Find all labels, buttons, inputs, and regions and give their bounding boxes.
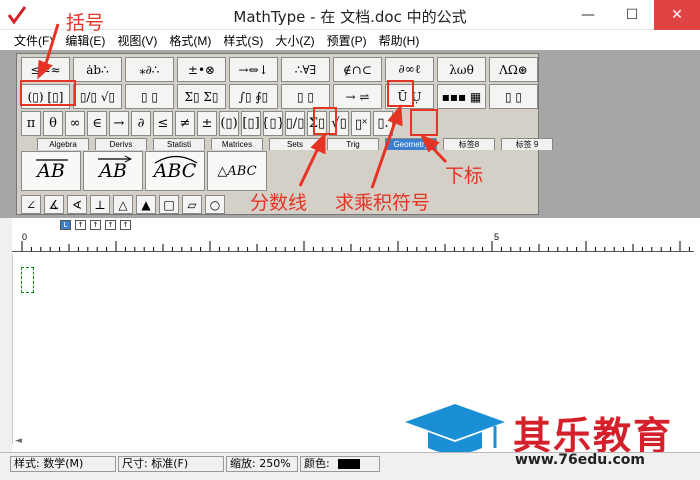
scroll-left-arrow-icon[interactable]: ◄	[15, 436, 22, 446]
tab-stop-toolbar: L ↑ ↑ ↑ ↑	[0, 218, 700, 231]
annotation-fraction-label: 分数线	[250, 192, 308, 214]
left-margin-strip	[0, 218, 12, 454]
insertion-point-box	[21, 267, 34, 293]
annotation-brackets-label: 括号	[66, 12, 105, 34]
ruler-ticks	[21, 241, 690, 251]
relation-tab-icon[interactable]: ↑	[120, 220, 131, 230]
left-tab-icon[interactable]: L	[60, 220, 71, 230]
color-swatch	[337, 459, 360, 469]
graduation-cap-icon	[405, 404, 505, 454]
right-tab-icon[interactable]: ↑	[90, 220, 101, 230]
annotation-product-label: 求乘积符号	[335, 192, 431, 214]
status-style: 样式: 数学(M)	[10, 456, 116, 472]
decimal-tab-icon[interactable]: ↑	[105, 220, 116, 230]
status-size: 尺寸: 标准(F)	[118, 456, 224, 472]
center-tab-icon[interactable]: ↑	[75, 220, 86, 230]
status-color-label: 颜色:	[304, 457, 330, 470]
ruler[interactable]: 0 5	[12, 232, 694, 252]
status-color: 颜色:	[300, 456, 380, 472]
annotation-subscript-label: 下标	[445, 165, 484, 187]
watermark-url: www.76edu.com	[515, 452, 646, 468]
status-zoom: 缩放: 250%	[226, 456, 298, 472]
